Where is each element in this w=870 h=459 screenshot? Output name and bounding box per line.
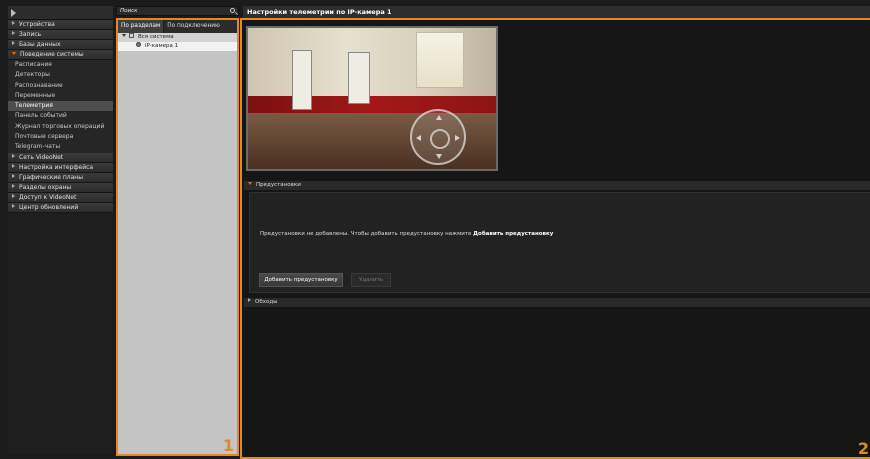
tours-section-header[interactable]: Обходы [244,298,870,307]
expand-arrow-icon [12,153,15,158]
expand-arrow-icon [12,21,15,25]
sidebar-section[interactable]: Поведение системы [8,50,113,60]
settings-sidebar: Устройства Запись Базы данных Поведение сис… [8,6,113,454]
sidebar-section[interactable]: Графические планы [8,172,113,183]
sidebar-item[interactable]: Распознавание [8,80,113,91]
sidebar-section-label: Базы данных [19,41,61,48]
tree-expand-icon[interactable] [122,34,126,37]
tab-by-connection[interactable]: По подключению [164,20,223,33]
expand-arrow-icon [12,203,15,208]
expand-arrow-icon [12,193,15,198]
scene-door [348,52,370,104]
expand-arrow-icon [12,163,15,168]
sidebar-section-label: Настройка интерфейса [19,163,94,171]
sidebar-section[interactable]: Устройства [8,20,113,30]
expand-arrow-icon [12,41,15,45]
sidebar-section-label: Графические планы [19,173,83,181]
panel-2-highlight: Предустановки Предустановки не добавлены… [240,18,870,459]
sidebar-sections: Устройства Запись Базы данных Поведение сис… [8,20,113,213]
sidebar-section[interactable]: Настройка интерфейса [8,162,113,173]
ptz-control-overlay[interactable] [410,109,466,165]
sidebar-item[interactable]: Переменные [8,90,113,102]
sidebar-collapse-toggle[interactable] [8,6,113,20]
ptz-right-icon[interactable] [455,135,460,141]
collapse-arrow-icon[interactable] [248,182,252,185]
presets-section-header[interactable]: Предустановки [244,181,870,190]
sidebar-section-label: Поведение системы [20,51,84,58]
search-placeholder: Поиск [120,8,138,14]
sidebar-section[interactable]: Сеть VideoNet [8,152,113,163]
scene-window [416,32,464,88]
ptz-down-icon[interactable] [436,154,442,159]
expand-arrow-icon[interactable] [248,298,251,302]
sidebar-item[interactable]: Журнал торговых операций [8,121,113,133]
tab-by-sections[interactable]: По разделам [118,20,165,33]
presets-message-bold: Добавить предустановку [473,231,554,237]
expand-arrow-icon[interactable] [11,9,16,17]
expand-arrow-icon [12,31,15,35]
ptz-left-icon[interactable] [416,135,421,141]
sidebar-section-label: Устройства [19,21,55,28]
presets-empty-message: Предустановки не добавлены. Чтобы добави… [260,231,553,237]
panel-number-1: 1 [222,436,234,455]
object-tree-panel: Поиск По разделам По подключению Вся сис… [116,6,239,456]
sidebar-section[interactable]: Доступ к VideoNet [8,192,113,203]
tree-item-label: IP-камера 1 [145,43,179,49]
sidebar-item[interactable]: Расписание [8,60,113,71]
sidebar-item[interactable]: Почтовые сервера [8,132,113,143]
sidebar-section[interactable]: Базы данных [8,40,113,50]
tree-root-whole-system[interactable]: Вся система [118,33,237,42]
sidebar-section-label: Сеть VideoNet [19,153,64,161]
presets-message-text: Предустановки не добавлены. Чтобы добави… [260,231,474,237]
sidebar-item[interactable]: Telegram-чаты [8,142,113,153]
sidebar-item[interactable]: Панель событий [8,111,113,122]
panel-1-highlight: По разделам По подключению Вся система I… [116,18,239,456]
presets-content: Предустановки не добавлены. Чтобы добави… [249,192,870,293]
tree-item-ip-camera-1[interactable]: IP-камера 1 [118,42,237,51]
sidebar-item[interactable]: Телеметрия [8,101,113,112]
tree-tabs: По разделам По подключению [118,20,237,33]
system-icon [129,33,134,38]
tours-header-label: Обходы [255,299,278,305]
search-icon[interactable] [230,8,235,13]
sidebar-section-label: Запись [19,31,42,38]
tree-root-label: Вся система [138,34,174,40]
sidebar-section-label: Разделы охраны [19,183,72,191]
camera-preview[interactable] [246,26,498,171]
sidebar-item[interactable]: Детекторы [8,70,113,81]
sidebar-section[interactable]: Запись [8,30,113,40]
presets-header-label: Предустановки [256,182,301,188]
page-title: Настройки телеметрии по IP-камера 1 [243,6,870,18]
camera-icon [136,42,141,47]
ptz-up-icon[interactable] [436,115,442,120]
add-preset-button[interactable]: Добавить предустановку [259,273,343,287]
expand-arrow-icon [12,183,15,188]
search-input[interactable]: Поиск [116,6,239,16]
scene-door [292,50,312,110]
expand-arrow-icon [12,173,15,178]
sidebar-section[interactable]: Разделы охраны [8,182,113,193]
delete-preset-button[interactable]: Удалить [351,273,391,287]
sidebar-section-label: Центр обновлений [19,203,79,211]
sidebar-section[interactable]: Центр обновлений [8,202,113,213]
sidebar-section-label: Доступ к VideoNet [19,193,77,201]
collapse-arrow-icon [12,52,16,55]
panel-number-2: 2 [857,439,869,458]
